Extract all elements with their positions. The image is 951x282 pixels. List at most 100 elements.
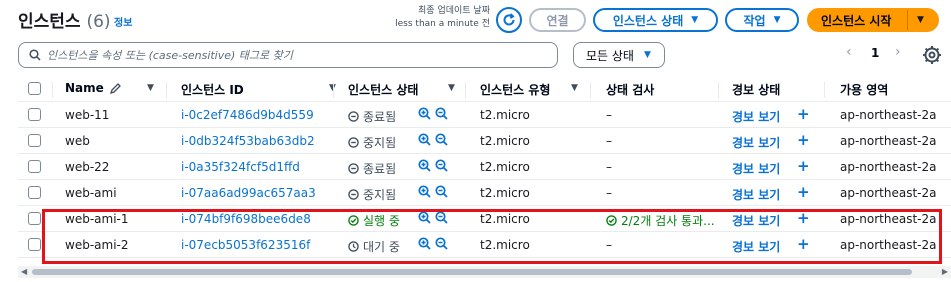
connect-button[interactable]: 연결 xyxy=(529,8,586,32)
minus-circle-icon xyxy=(348,111,359,122)
actions-button[interactable]: 작업 ▼ xyxy=(725,8,799,32)
add-alarm-icon[interactable]: + xyxy=(797,105,810,123)
instance-state-text: 중지됨 xyxy=(363,136,397,150)
current-page[interactable]: 1 xyxy=(871,46,879,60)
info-link[interactable]: 정보 xyxy=(114,14,132,29)
prev-page-icon[interactable]: ‹ xyxy=(846,44,852,60)
pencil-icon xyxy=(109,82,121,94)
table-row[interactable]: web i-0db324f53bab63db2 중지됨 t2.micro – 경보 보기 +… xyxy=(18,128,951,154)
view-alarms-link[interactable]: 경보 보기 xyxy=(732,186,780,203)
add-alarm-icon[interactable]: + xyxy=(797,157,810,175)
instance-name: web-22 xyxy=(65,160,110,174)
view-alarms-link[interactable]: 경보 보기 xyxy=(732,134,780,151)
launch-dropdown-icon[interactable]: ▼ xyxy=(917,15,924,25)
column-alarm-status[interactable]: 경보 상태 xyxy=(732,81,780,98)
instance-name: web-11 xyxy=(65,108,110,122)
add-alarm-icon[interactable]: + xyxy=(797,131,810,149)
instance-type: t2.micro xyxy=(480,108,530,122)
row-checkbox[interactable] xyxy=(28,160,41,173)
highlight-box xyxy=(42,209,942,264)
select-all-checkbox[interactable] xyxy=(28,82,41,95)
column-availability-zone-label: 가용 영역 xyxy=(840,83,889,97)
table-row[interactable]: web-11 i-0c2ef7486d9b4d559 종료됨 t2.micro – 경보 … xyxy=(18,102,951,128)
instance-state-button[interactable]: 인스턴스 상태 ▼ xyxy=(593,8,718,32)
column-instance-id-label: 인스턴스 ID xyxy=(181,83,244,97)
column-name[interactable]: Name xyxy=(65,81,121,95)
column-divider xyxy=(52,82,53,98)
gear-icon[interactable] xyxy=(920,43,944,67)
refresh-button[interactable] xyxy=(496,7,522,33)
instance-state: 중지됨 xyxy=(348,186,396,203)
row-checkbox[interactable] xyxy=(28,186,41,199)
zoom-in-icon[interactable] xyxy=(418,107,431,120)
sort-icon[interactable]: ▼ xyxy=(448,83,455,93)
instance-id-link[interactable]: i-0a35f324fcf5d1ffd xyxy=(181,160,300,174)
connect-label: 연결 xyxy=(546,13,569,28)
horizontal-scrollbar[interactable]: ◀ ▶ xyxy=(18,266,951,278)
instance-state-text: 종료됨 xyxy=(363,162,397,176)
zoom-in-icon[interactable] xyxy=(418,133,431,146)
instance-name: web-ami xyxy=(65,186,117,200)
column-instance-type[interactable]: 인스턴스 유형 xyxy=(480,81,550,98)
column-status-check[interactable]: 상태 검사 xyxy=(606,81,654,98)
last-updated: 최종 업데이트 날짜 less than a minute 전 xyxy=(380,5,490,31)
search-input[interactable]: 인스턴스을 속성 또는 (case-sensitive) 태그로 찾기 xyxy=(18,42,558,68)
column-divider xyxy=(590,82,591,98)
zoom-out-icon[interactable] xyxy=(435,159,448,172)
zoom-out-icon[interactable] xyxy=(435,185,448,198)
state-zoom-controls xyxy=(418,133,448,146)
column-divider xyxy=(718,82,719,98)
column-divider xyxy=(166,82,167,98)
column-instance-state[interactable]: 인스턴스 상태 xyxy=(348,81,418,98)
column-availability-zone[interactable]: 가용 영역 xyxy=(840,81,888,98)
row-checkbox[interactable] xyxy=(28,134,41,147)
split-divider xyxy=(907,10,908,30)
status-check-value: – xyxy=(606,160,612,174)
zoom-in-icon[interactable] xyxy=(418,185,431,198)
table-row[interactable]: web-22 i-0a35f324fcf5d1ffd 종료됨 t2.micro – 경보 … xyxy=(18,154,951,180)
scroll-right-icon[interactable]: ▶ xyxy=(942,267,948,276)
status-check-value: – xyxy=(606,186,612,200)
instance-id-link[interactable]: i-0db324f53bab63db2 xyxy=(181,134,315,148)
sort-icon[interactable]: ▼ xyxy=(571,83,578,93)
column-divider xyxy=(333,82,334,98)
view-alarms-link[interactable]: 경보 보기 xyxy=(732,108,780,125)
next-page-icon[interactable]: › xyxy=(895,44,901,60)
scroll-thumb[interactable] xyxy=(32,269,912,275)
availability-zone: ap-northeast-2a xyxy=(840,186,937,200)
row-checkbox[interactable] xyxy=(28,238,41,251)
scroll-left-icon[interactable]: ◀ xyxy=(21,267,27,276)
state-filter-select[interactable]: 모든 상태 ▼ xyxy=(573,42,665,68)
instance-state: 중지됨 xyxy=(348,134,396,151)
row-checkbox[interactable] xyxy=(28,212,41,225)
page-title: 인스턴스 (6) xyxy=(18,7,111,32)
column-name-label: Name xyxy=(65,81,104,95)
zoom-out-icon[interactable] xyxy=(435,133,448,146)
instance-id-link[interactable]: i-07aa6ad99ac657aa3 xyxy=(181,186,316,200)
sort-icon[interactable]: ▼ xyxy=(147,83,154,93)
add-alarm-icon[interactable]: + xyxy=(797,183,810,201)
instance-id-link[interactable]: i-0c2ef7486d9b4d559 xyxy=(181,108,314,122)
table-row[interactable]: web-ami i-07aa6ad99ac657aa3 중지됨 t2.micro – 경보… xyxy=(18,180,951,206)
view-alarms-link[interactable]: 경보 보기 xyxy=(732,160,780,177)
column-divider xyxy=(465,82,466,98)
instance-state-text: 중지됨 xyxy=(363,188,397,202)
launch-label: 인스턴스 시작 xyxy=(821,13,892,28)
actions-label: 작업 xyxy=(743,13,766,28)
instance-type: t2.micro xyxy=(480,134,530,148)
zoom-out-icon[interactable] xyxy=(435,107,448,120)
instance-count: (6) xyxy=(86,12,111,32)
column-instance-id[interactable]: 인스턴스 ID xyxy=(181,81,244,98)
search-icon xyxy=(29,49,41,61)
instance-state: 종료됨 xyxy=(348,108,396,125)
zoom-in-icon[interactable] xyxy=(418,159,431,172)
instances-header: 인스턴스 (6) 정보 최종 업데이트 날짜 less than a minut… xyxy=(0,0,951,40)
state-zoom-controls xyxy=(418,107,448,120)
column-alarm-status-label: 경보 상태 xyxy=(732,83,781,97)
availability-zone: ap-northeast-2a xyxy=(840,108,937,122)
row-checkbox[interactable] xyxy=(28,108,41,121)
status-check-cell: – xyxy=(606,108,612,122)
instance-type: t2.micro xyxy=(480,186,530,200)
minus-circle-icon xyxy=(348,163,359,174)
instance-state-label: 인스턴스 상태 xyxy=(612,13,684,28)
